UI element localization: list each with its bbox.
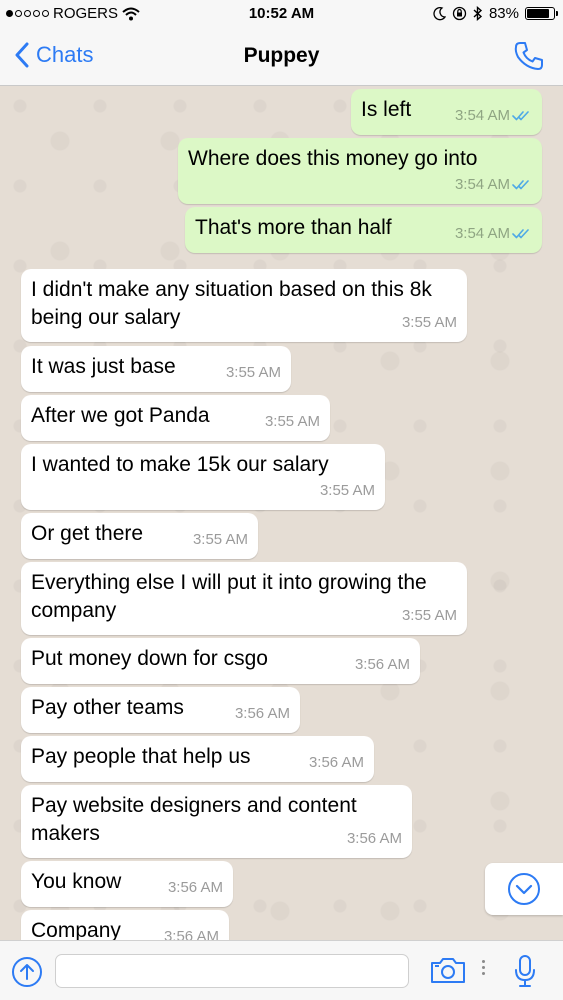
message-meta: 3:55 AM bbox=[320, 477, 375, 505]
message-time: 3:55 AM bbox=[264, 413, 320, 430]
camera-icon bbox=[431, 958, 465, 983]
message-meta: 3:55 AM bbox=[193, 526, 248, 554]
message-time: 3:55 AM bbox=[401, 607, 457, 624]
incoming-message[interactable]: I didn't make any situation based on thi… bbox=[21, 269, 467, 342]
share-button[interactable] bbox=[11, 956, 43, 993]
incoming-message[interactable]: Put money down for csgo 3:56 AM bbox=[21, 638, 420, 684]
chevron-down-circle-icon bbox=[508, 873, 540, 905]
outgoing-message[interactable]: Where does this money go into 3:54 AM bbox=[178, 138, 542, 204]
message-time: 3:56 AM bbox=[346, 830, 402, 847]
incoming-message[interactable]: I wanted to make 15k our salary 3:55 AM bbox=[21, 444, 385, 510]
message-meta: 3:56 AM bbox=[309, 749, 364, 777]
incoming-message[interactable]: Everything else I will put it into growi… bbox=[21, 562, 467, 635]
read-receipt-icon bbox=[512, 229, 529, 239]
microphone-icon bbox=[515, 955, 535, 987]
message-time: 3:55 AM bbox=[225, 364, 281, 381]
message-time: 3:55 AM bbox=[192, 531, 248, 548]
incoming-message[interactable]: It was just base 3:55 AM bbox=[21, 346, 291, 392]
phone-icon bbox=[514, 42, 543, 70]
camera-button[interactable] bbox=[430, 956, 466, 989]
message-meta: 3:54 AM bbox=[455, 102, 532, 130]
message-meta: 3:56 AM bbox=[347, 825, 402, 853]
message-meta: 3:55 AM bbox=[265, 408, 320, 436]
message-meta: 3:56 AM bbox=[355, 651, 410, 679]
message-text: Put money down for csgo bbox=[31, 647, 268, 670]
message-meta: 3:55 AM bbox=[226, 359, 281, 387]
message-meta: 3:56 AM bbox=[168, 874, 223, 902]
read-receipt-icon bbox=[512, 111, 529, 121]
bluetooth-icon bbox=[473, 6, 483, 21]
incoming-message[interactable]: You know 3:56 AM bbox=[21, 861, 233, 907]
incoming-message[interactable]: Or get there 3:55 AM bbox=[21, 513, 258, 559]
message-time: 3:56 AM bbox=[308, 754, 364, 771]
message-time: 3:55 AM bbox=[401, 314, 457, 331]
vertical-dots-icon[interactable] bbox=[482, 960, 485, 975]
battery-icon bbox=[525, 7, 558, 20]
status-bar: ROGERS 10:52 AM 83% bbox=[0, 0, 563, 28]
message-time: 3:56 AM bbox=[234, 705, 290, 722]
message-time: 3:54 AM bbox=[454, 107, 510, 124]
orientation-lock-icon bbox=[452, 6, 467, 21]
message-meta: 3:55 AM bbox=[402, 309, 457, 337]
message-meta: 3:56 AM bbox=[164, 923, 219, 940]
moon-icon bbox=[433, 6, 446, 20]
call-button[interactable] bbox=[513, 40, 545, 77]
message-meta: 3:56 AM bbox=[235, 700, 290, 728]
incoming-message[interactable]: Pay people that help us 3:56 AM bbox=[21, 736, 374, 782]
message-time: 3:55 AM bbox=[319, 482, 375, 499]
message-text: Where does this money go into bbox=[188, 147, 478, 170]
chat-header: Chats Puppey bbox=[0, 28, 563, 86]
message-text: I wanted to make 15k our salary bbox=[31, 453, 329, 476]
message-text: I didn't make any situation based on thi… bbox=[31, 278, 432, 329]
message-time: 3:56 AM bbox=[354, 656, 410, 673]
message-time: 3:54 AM bbox=[454, 176, 510, 193]
scroll-to-bottom-button[interactable] bbox=[485, 863, 563, 915]
message-time: 3:56 AM bbox=[167, 879, 223, 896]
incoming-message[interactable]: Pay other teams 3:56 AM bbox=[21, 687, 300, 733]
outgoing-message[interactable]: Is left 3:54 AM bbox=[351, 89, 542, 135]
composer-bar bbox=[0, 940, 563, 1000]
message-text: Everything else I will put it into growi… bbox=[31, 571, 427, 622]
battery-percent: 83% bbox=[488, 5, 519, 22]
message-meta: 3:54 AM bbox=[455, 220, 532, 248]
incoming-message[interactable]: Company 3:56 AM bbox=[21, 910, 229, 940]
message-list[interactable]: Is left 3:54 AM Where does this money go i… bbox=[0, 86, 563, 940]
read-receipt-icon bbox=[512, 180, 529, 190]
incoming-message[interactable]: Pay website designers and content makers… bbox=[21, 785, 412, 858]
message-time: 3:56 AM bbox=[163, 928, 219, 940]
arrow-up-circle-icon bbox=[12, 957, 42, 987]
status-right: 83% bbox=[433, 5, 558, 22]
message-meta: 3:55 AM bbox=[402, 602, 457, 630]
incoming-message[interactable]: After we got Panda 3:55 AM bbox=[21, 395, 330, 441]
contact-name[interactable]: Puppey bbox=[0, 44, 563, 68]
message-meta: 3:54 AM bbox=[455, 171, 532, 199]
microphone-button[interactable] bbox=[513, 954, 537, 993]
outgoing-message[interactable]: That's more than half 3:54 AM bbox=[185, 207, 542, 253]
message-input[interactable] bbox=[55, 954, 409, 988]
message-time: 3:54 AM bbox=[454, 225, 510, 242]
